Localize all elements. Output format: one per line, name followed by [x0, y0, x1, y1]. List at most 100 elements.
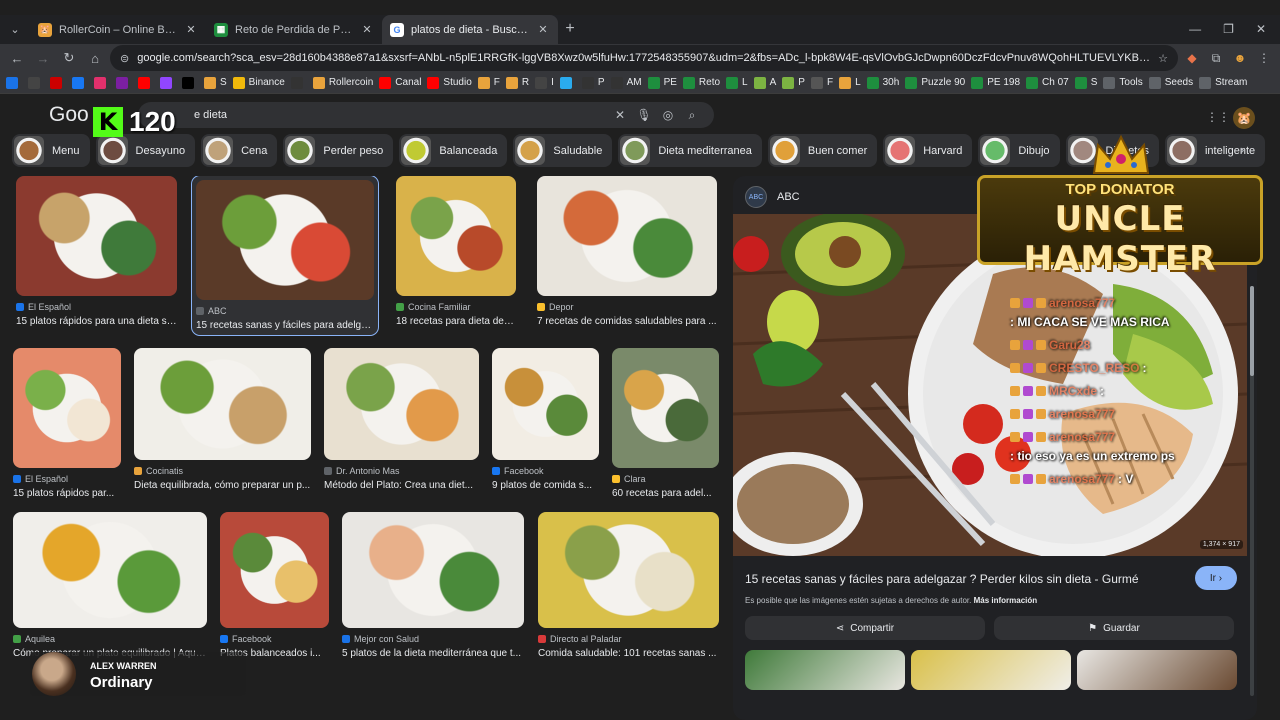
- visit-button[interactable]: Ir ›: [1195, 566, 1237, 590]
- image-result-card[interactable]: Facebook Platos balanceados i...: [220, 512, 329, 659]
- result-thumbnail[interactable]: [612, 348, 719, 468]
- bookmark-item[interactable]: [28, 76, 44, 89]
- new-tab-icon[interactable]: +: [558, 17, 582, 41]
- result-thumbnail[interactable]: [538, 512, 719, 628]
- bookmark-item[interactable]: I: [535, 76, 554, 89]
- bookmark-item[interactable]: Ch 07: [1026, 76, 1069, 89]
- image-result-card[interactable]: Mejor con Salud 5 platos de la dieta medi…: [342, 512, 524, 659]
- related-image[interactable]: [1077, 650, 1237, 690]
- bookmark-item[interactable]: [116, 76, 132, 89]
- filter-chip[interactable]: Cena: [201, 134, 278, 167]
- extensions-puzzle-icon[interactable]: ⧉: [1206, 48, 1226, 68]
- result-thumbnail[interactable]: [13, 512, 207, 628]
- result-title[interactable]: 9 platos de comida s...: [492, 480, 599, 491]
- bookmark-item[interactable]: L: [839, 76, 861, 89]
- search-icon[interactable]: ⌕: [680, 108, 704, 123]
- home-icon[interactable]: ⌂: [84, 47, 106, 69]
- result-thumbnail[interactable]: [324, 348, 479, 460]
- clear-icon[interactable]: ✕: [608, 108, 632, 122]
- forward-icon[interactable]: →: [32, 47, 54, 69]
- tab-search-icon[interactable]: ⌄: [4, 18, 26, 40]
- result-title[interactable]: 18 recetas para dieta de co...: [396, 316, 516, 327]
- tab-reto[interactable]: ▦ Reto de Perdida de Peso - El Mundo ✕: [206, 15, 382, 44]
- back-icon[interactable]: ←: [6, 47, 28, 69]
- bookmark-item[interactable]: Stream: [1199, 76, 1247, 89]
- bookmark-item[interactable]: P: [581, 76, 605, 89]
- image-result-card[interactable]: El Español 15 platos rápidos para una die…: [16, 176, 177, 327]
- bookmark-item[interactable]: [290, 76, 307, 89]
- bookmark-item[interactable]: [160, 76, 176, 89]
- bookmark-item[interactable]: [6, 76, 22, 89]
- microphone-icon[interactable]: 🎙: [632, 108, 656, 122]
- bookmark-item[interactable]: [50, 76, 66, 89]
- filter-chip[interactable]: Perder peso: [283, 134, 394, 167]
- bookmark-item[interactable]: PE 198: [971, 76, 1020, 89]
- avatar[interactable]: 🐹: [1233, 107, 1255, 129]
- close-icon[interactable]: ✕: [536, 23, 550, 36]
- related-image[interactable]: [911, 650, 1071, 690]
- filter-chip[interactable]: Saludable: [513, 134, 613, 167]
- bookmark-item[interactable]: F: [810, 76, 833, 89]
- bookmark-item[interactable]: Puzzle 90: [905, 76, 965, 89]
- result-thumbnail[interactable]: [13, 348, 121, 468]
- image-result-card[interactable]: Facebook 9 platos de comida s...: [492, 348, 599, 491]
- close-window-icon[interactable]: ✕: [1256, 22, 1266, 36]
- result-title[interactable]: Método del Plato: Crea una diet...: [324, 480, 479, 491]
- bookmark-item[interactable]: A: [753, 76, 776, 89]
- related-image[interactable]: [745, 650, 905, 690]
- result-thumbnail[interactable]: [396, 176, 516, 296]
- result-title[interactable]: 15 recetas sanas y fáciles para adelgaz.…: [196, 320, 374, 331]
- image-result-card[interactable]: Cocina Familiar 18 recetas para dieta de …: [396, 176, 516, 327]
- image-result-card[interactable]: Directo al Paladar Comida saludable: 101 …: [538, 512, 719, 659]
- close-icon[interactable]: ✕: [360, 23, 374, 36]
- bookmark-star-icon[interactable]: ☆: [1158, 52, 1168, 65]
- share-button[interactable]: ⋖ Compartir: [745, 616, 985, 640]
- image-result-card[interactable]: El Español 15 platos rápidos par...: [13, 348, 121, 499]
- bookmark-item[interactable]: [138, 76, 154, 89]
- lens-icon[interactable]: ◎: [656, 108, 680, 122]
- preview-title[interactable]: 15 recetas sanas y fáciles para adelgaza…: [745, 572, 1165, 586]
- more-info-link[interactable]: Más información: [974, 596, 1038, 605]
- bookmark-item[interactable]: Canal: [379, 76, 421, 89]
- bookmark-item[interactable]: [559, 76, 576, 89]
- bookmark-item[interactable]: Tools: [1103, 76, 1143, 89]
- filter-chip[interactable]: Menu: [12, 134, 90, 167]
- result-title[interactable]: Dieta equilibrada, cómo preparar un p...: [134, 480, 311, 491]
- result-title[interactable]: Comida saludable: 101 recetas sanas ...: [538, 648, 719, 659]
- extension-icon[interactable]: ◆: [1182, 48, 1202, 68]
- site-info-icon[interactable]: ⊜: [120, 52, 129, 65]
- profile-icon[interactable]: ☻: [1230, 48, 1250, 68]
- result-thumbnail[interactable]: [342, 512, 524, 628]
- bookmark-item[interactable]: P: [782, 76, 805, 89]
- menu-kebab-icon[interactable]: ⋮: [1254, 48, 1274, 68]
- filter-chip[interactable]: Balanceada: [399, 134, 508, 167]
- image-result-card[interactable]: Clara 60 recetas para adel...: [612, 348, 719, 499]
- result-title[interactable]: 60 recetas para adel...: [612, 488, 719, 499]
- result-thumbnail[interactable]: [220, 512, 329, 628]
- result-title[interactable]: 7 recetas de comidas saludables para ...: [537, 316, 717, 327]
- result-thumbnail[interactable]: [196, 180, 374, 300]
- minimize-icon[interactable]: —: [1189, 22, 1201, 36]
- reload-icon[interactable]: ↻: [58, 47, 80, 69]
- google-logo[interactable]: Goo: [49, 103, 89, 127]
- result-title[interactable]: 15 platos rápidos par...: [13, 488, 121, 499]
- bookmark-item[interactable]: S: [1074, 76, 1097, 89]
- filter-chip[interactable]: Harvard: [883, 134, 973, 167]
- tab-google-search[interactable]: G platos de dieta - Buscar con Google ✕: [382, 15, 558, 44]
- filter-chip[interactable]: Buen comer: [767, 134, 878, 167]
- result-thumbnail[interactable]: [16, 176, 177, 296]
- result-title[interactable]: 15 platos rápidos para una dieta sa...: [16, 316, 177, 327]
- bookmark-item[interactable]: [72, 76, 88, 89]
- address-bar[interactable]: ⊜ google.com/search?sca_esv=28d160b4388e…: [110, 45, 1178, 71]
- bookmark-item[interactable]: Seeds: [1148, 76, 1193, 89]
- result-title[interactable]: 5 platos de la dieta mediterránea que t.…: [342, 648, 524, 659]
- filter-chip[interactable]: Desayuno: [95, 134, 196, 167]
- bookmark-item[interactable]: Reto: [682, 76, 720, 89]
- bookmark-item[interactable]: Rollercoin: [312, 76, 373, 89]
- image-result-card[interactable]: Dr. Antonio Mas Método del Plato: Crea un…: [324, 348, 479, 491]
- bookmark-item[interactable]: Studio: [427, 76, 472, 89]
- save-button[interactable]: ⚑ Guardar: [994, 616, 1234, 640]
- bookmark-item[interactable]: [94, 76, 110, 89]
- restore-icon[interactable]: ❐: [1223, 22, 1234, 36]
- preview-source[interactable]: ABC ABC: [745, 186, 800, 208]
